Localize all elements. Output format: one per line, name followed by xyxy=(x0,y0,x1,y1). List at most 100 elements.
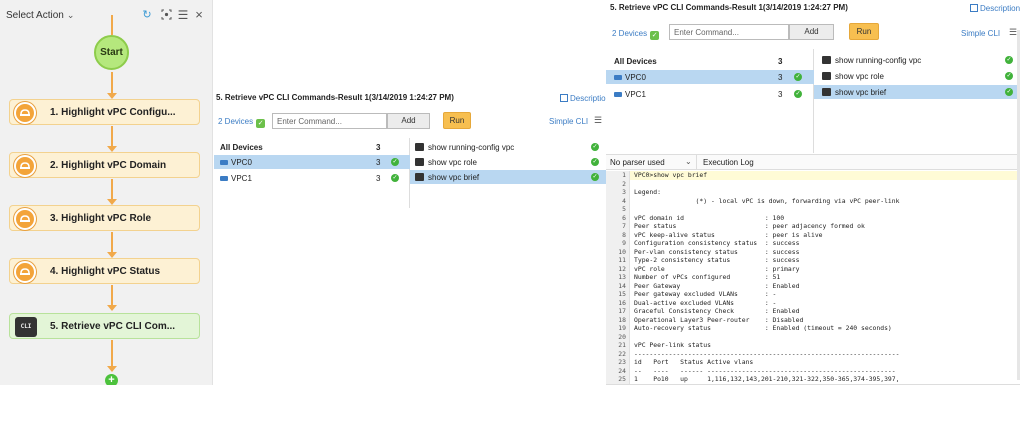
line-number: 7 xyxy=(622,222,626,230)
run-button[interactable]: Run xyxy=(849,23,879,40)
device-count: 3 xyxy=(778,73,783,82)
description-link[interactable]: Description xyxy=(560,94,610,103)
code-line: ----------------------------------------… xyxy=(634,349,900,358)
device-count: 3 xyxy=(376,158,381,167)
add-step-icon[interactable]: + xyxy=(105,374,118,385)
code-line: Dual-active excluded VLANs : - xyxy=(634,298,777,307)
code-line: 1 Po10 up 1,116,132,143,201-210,321-322,… xyxy=(634,375,900,383)
success-icon: ✓ xyxy=(1005,72,1013,80)
line-number: 17 xyxy=(618,307,626,315)
device-row-vpc0[interactable]: VPC0 3 ✓ xyxy=(214,155,410,169)
simple-cli-link[interactable]: Simple CLI xyxy=(549,117,588,126)
close-icon[interactable]: × xyxy=(193,8,205,21)
command-row[interactable]: show vpc role ✓ xyxy=(814,69,1020,83)
parser-select[interactable]: No parser used xyxy=(610,158,665,167)
flow-arrow xyxy=(107,305,117,311)
code-line: Peer Gateway : Enabled xyxy=(634,281,800,290)
code-line: Peer gateway excluded VLANs : - xyxy=(634,290,777,298)
terminal-icon xyxy=(822,72,831,80)
check-icon: ✓ xyxy=(650,31,660,40)
line-number: 12 xyxy=(618,264,626,273)
cli-output-editor[interactable]: 1 2 3 4 5 6 7 8 9 10 11 12 13 14 15 16 17 18 19 20 21 22 23 24 2… xyxy=(606,171,1020,385)
description-label: Description xyxy=(570,94,611,103)
menu-icon[interactable]: ☰ xyxy=(177,9,189,21)
menu-icon[interactable]: ☰ xyxy=(1009,27,1017,38)
device-row-vpc1[interactable]: VPC1 3 ✓ xyxy=(606,87,814,101)
flow-step-2[interactable]: 2. Highlight vPC Domain xyxy=(9,152,200,178)
device-list: All Devices 3 VPC0 3 ✓ VPC1 3 ✓ xyxy=(214,138,410,208)
command-row[interactable]: show running-config vpc ✓ xyxy=(814,53,1020,67)
device-row-vpc1[interactable]: VPC1 3 ✓ xyxy=(214,171,410,185)
command-text: show running-config vpc xyxy=(835,56,922,65)
line-number: 18 xyxy=(618,315,626,324)
device-row-vpc0[interactable]: VPC0 3 ✓ xyxy=(606,70,814,84)
command-text: show running-config vpc xyxy=(428,143,515,152)
description-icon xyxy=(560,94,568,102)
flow-connector xyxy=(111,340,113,368)
flow-arrow xyxy=(107,366,117,372)
command-input[interactable]: Enter Command... xyxy=(669,24,789,40)
vpc-icon xyxy=(14,208,36,230)
flow-step-4[interactable]: 4. Highlight vPC Status xyxy=(9,258,200,284)
description-link[interactable]: Description xyxy=(970,4,1020,13)
command-row-selected[interactable]: show vpc brief ✓ xyxy=(814,85,1020,99)
devices-link[interactable]: 2 Devices ✓ xyxy=(612,29,660,40)
line-number: 5 xyxy=(622,205,626,213)
line-number-gutter: 1 2 3 4 5 6 7 8 9 10 11 12 13 14 15 16 17 18 19 20 21 22 23 24 2… xyxy=(606,171,630,384)
all-devices-label: All Devices xyxy=(220,143,263,152)
command-row[interactable]: show vpc role ✓ xyxy=(410,155,606,169)
success-icon: ✓ xyxy=(591,173,599,181)
vertical-scrollbar[interactable] xyxy=(1017,30,1020,380)
success-icon: ✓ xyxy=(591,158,599,166)
vpc-icon xyxy=(14,155,36,177)
code-line: vPC Peer-link status xyxy=(634,341,711,349)
log-toolbar: No parser used ⌄ Execution Log xyxy=(606,154,1020,170)
execution-log-tab[interactable]: Execution Log xyxy=(703,158,754,167)
device-count: 3 xyxy=(778,90,783,99)
flow-connector xyxy=(111,15,113,35)
success-icon: ✓ xyxy=(391,158,399,166)
line-number: 23 xyxy=(618,358,626,366)
menu-icon[interactable]: ☰ xyxy=(594,115,602,126)
flow-step-3[interactable]: 3. Highlight vPC Role xyxy=(9,205,200,231)
code-line: (*) - local vPC is down, forwarding via … xyxy=(634,196,900,205)
flow-step-label: 5. Retrieve vPC CLI Com... xyxy=(50,321,176,332)
code-line: vPC domain id : 100 xyxy=(634,213,785,222)
flow-step-1[interactable]: 1. Highlight vPC Configu... xyxy=(9,99,200,125)
fit-screen-icon[interactable] xyxy=(160,9,172,21)
flow-step-5[interactable]: CLI 5. Retrieve vPC CLI Com... xyxy=(9,313,200,339)
code-line: Type-2 consistency status : success xyxy=(634,256,800,264)
chevron-down-icon[interactable]: ⌄ xyxy=(685,157,692,166)
line-number: 21 xyxy=(618,341,626,349)
command-row[interactable]: show running-config vpc ✓ xyxy=(410,140,606,154)
refresh-icon[interactable]: ↻ xyxy=(141,9,153,21)
all-devices-row[interactable]: All Devices 3 xyxy=(214,140,410,154)
start-node[interactable]: Start xyxy=(94,35,129,70)
device-count: 3 xyxy=(376,174,381,183)
line-number: 10 xyxy=(618,247,626,256)
all-devices-row[interactable]: All Devices 3 xyxy=(606,54,814,68)
flow-header: Select Action ⌄ ↻ ☰ × xyxy=(0,0,212,30)
line-number: 24 xyxy=(618,366,626,375)
command-text: show vpc role xyxy=(835,72,884,81)
command-text: show vpc brief xyxy=(835,88,887,97)
line-number: 3 xyxy=(622,188,626,196)
add-button[interactable]: Add xyxy=(789,24,834,40)
success-icon: ✓ xyxy=(794,73,802,81)
terminal-icon xyxy=(415,158,424,166)
line-number: 11 xyxy=(618,256,626,264)
run-button[interactable]: Run xyxy=(443,112,471,129)
device-icon xyxy=(614,75,622,80)
add-button[interactable]: Add xyxy=(387,113,430,129)
devices-link[interactable]: 2 Devices ✓ xyxy=(218,117,266,128)
select-action-dropdown[interactable]: Select Action ⌄ xyxy=(6,10,74,21)
flow-step-label: 2. Highlight vPC Domain xyxy=(50,160,167,171)
command-input[interactable]: Enter Command... xyxy=(272,113,387,129)
chevron-down-icon: ⌄ xyxy=(66,10,75,20)
result-title: 5. Retrieve vPC CLI Commands-Result 1(3/… xyxy=(216,93,454,102)
code-line: Auto-recovery status : Enabled (timeout … xyxy=(634,324,892,332)
terminal-icon xyxy=(822,88,831,96)
select-action-label: Select Action xyxy=(6,10,64,21)
command-row-selected[interactable]: show vpc brief ✓ xyxy=(410,170,606,184)
simple-cli-link[interactable]: Simple CLI xyxy=(961,29,1000,38)
